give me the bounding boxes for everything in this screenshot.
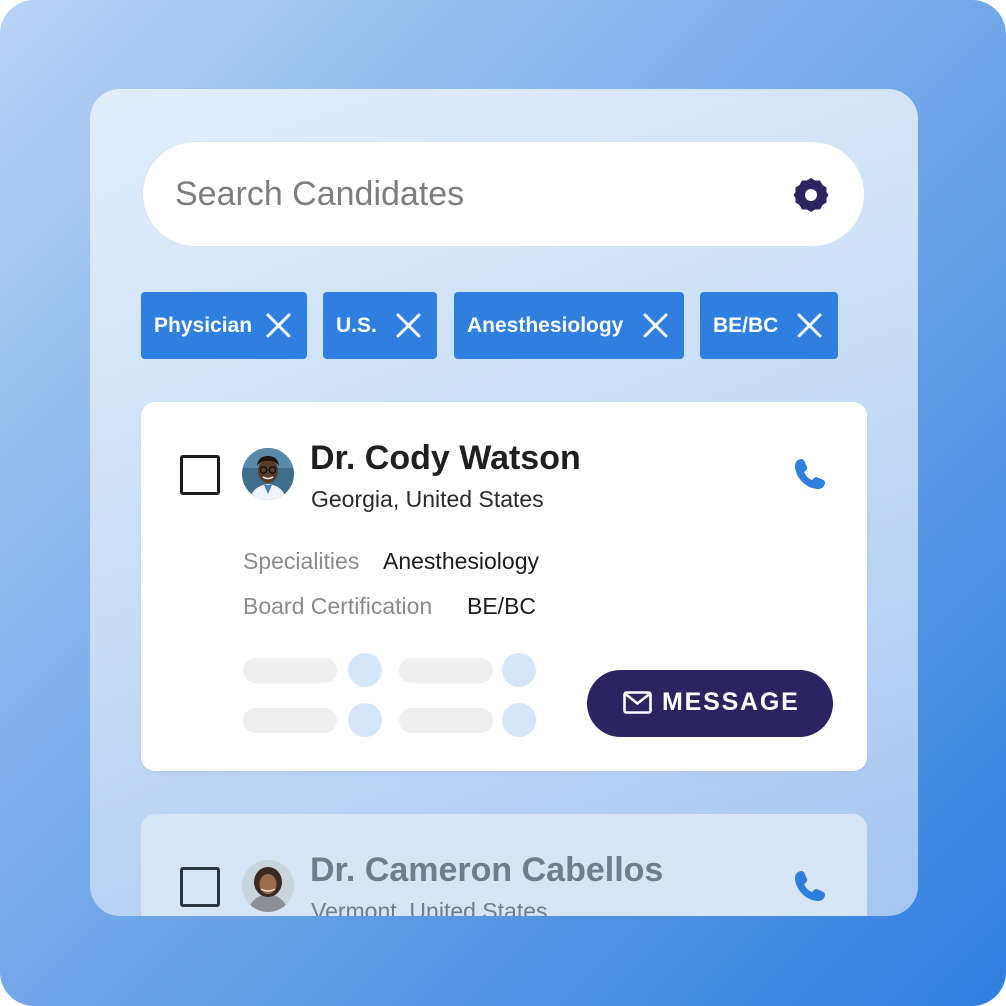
skeleton-bar <box>243 658 337 683</box>
message-button-label: MESSAGE <box>662 688 800 716</box>
phone-icon[interactable] <box>792 456 828 492</box>
candidate-select-checkbox[interactable] <box>180 455 220 495</box>
search-bar <box>142 141 865 247</box>
candidate-location: Vermont, United States <box>311 898 548 916</box>
message-button[interactable]: MESSAGE <box>587 670 833 737</box>
gear-icon <box>793 178 829 212</box>
skeleton-dot <box>348 653 382 687</box>
filter-chip-label: BE/BC <box>713 313 779 337</box>
candidate-card: Dr. Cody Watson Georgia, United States S… <box>141 402 867 771</box>
candidate-card: Dr. Cameron Cabellos Vermont, United Sta… <box>141 814 867 916</box>
candidate-name[interactable]: Dr. Cody Watson <box>310 439 581 478</box>
skeleton-dot <box>502 653 536 687</box>
close-icon[interactable] <box>266 313 291 338</box>
filter-chip-physician[interactable]: Physician <box>141 292 307 359</box>
avatar <box>242 448 294 500</box>
skeleton-dot <box>348 703 382 737</box>
filter-chip-bebc[interactable]: BE/BC <box>700 292 838 359</box>
search-input[interactable] <box>175 142 755 246</box>
search-settings-button[interactable] <box>791 175 831 215</box>
filter-chip-label: Physician <box>154 313 253 337</box>
filter-chip-label: Anesthesiology <box>467 313 624 337</box>
skeleton-bar <box>399 708 493 733</box>
filter-chip-anesthesiology[interactable]: Anesthesiology <box>454 292 684 359</box>
phone-icon[interactable] <box>792 868 828 904</box>
mail-icon <box>623 691 652 714</box>
candidate-search-panel: Physician U.S. Anesthesiology BE/BC <box>90 89 918 916</box>
skeleton-bar <box>399 658 493 683</box>
skeleton-dot <box>502 703 536 737</box>
close-icon[interactable] <box>797 313 822 338</box>
speciality-label: Specialities <box>243 548 360 574</box>
candidate-name[interactable]: Dr. Cameron Cabellos <box>310 851 663 890</box>
skeleton-bar <box>243 708 337 733</box>
candidate-location: Georgia, United States <box>311 486 544 512</box>
avatar <box>242 860 294 912</box>
close-icon[interactable] <box>396 313 421 338</box>
filter-chip-label: U.S. <box>336 313 377 337</box>
speciality-value: Anesthesiology <box>383 548 539 574</box>
candidate-select-checkbox[interactable] <box>180 867 220 907</box>
background-frame: Physician U.S. Anesthesiology BE/BC <box>0 0 1006 1006</box>
filter-chip-us[interactable]: U.S. <box>323 292 437 359</box>
close-icon[interactable] <box>643 313 668 338</box>
board-certification-value: BE/BC <box>467 593 537 619</box>
board-certification-label: Board Certification <box>243 593 433 619</box>
